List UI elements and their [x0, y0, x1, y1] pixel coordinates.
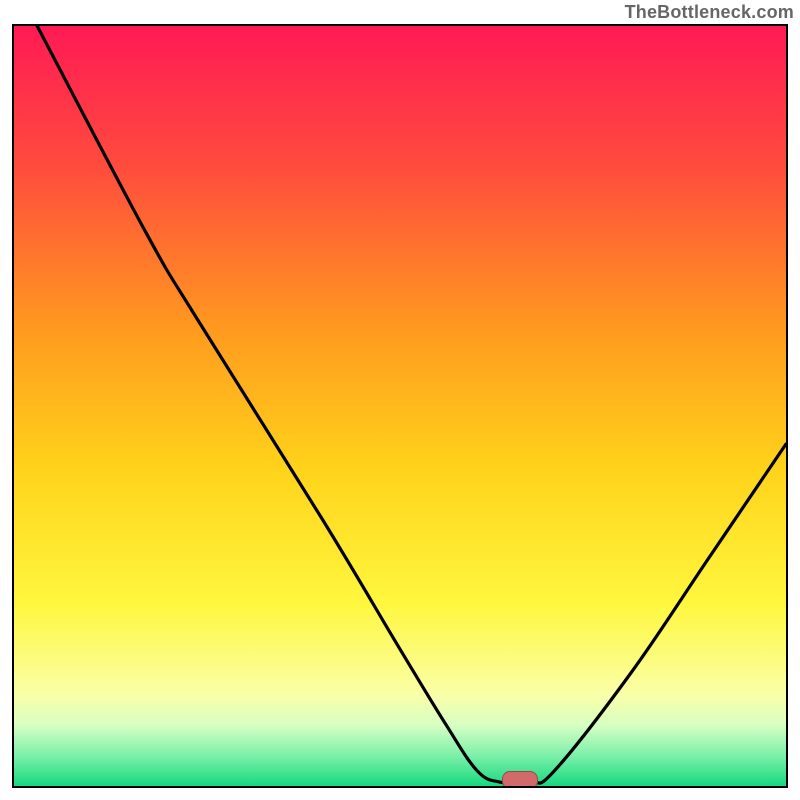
chart-stage: TheBottleneck.com [0, 0, 800, 800]
watermark-text: TheBottleneck.com [625, 2, 794, 23]
optimal-point-marker [502, 771, 538, 788]
chart-curve [14, 26, 786, 786]
chart-plot-area [12, 24, 788, 788]
